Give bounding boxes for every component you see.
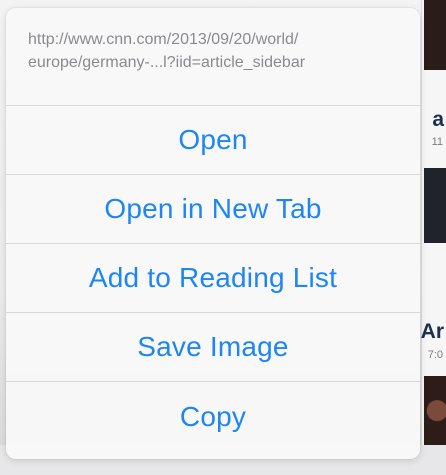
save-image-button[interactable]: Save Image (6, 313, 420, 382)
background-sublabel: 7:0 (427, 349, 443, 361)
screen: a 11 Ar 7:0 http://www.cnn.com/2013/09/2… (0, 0, 446, 475)
link-action-sheet: http://www.cnn.com/2013/09/20/world/ eur… (6, 8, 420, 459)
background-thumbnail-middle (424, 168, 446, 243)
background-headline-fragment: Ar (420, 320, 444, 343)
url-header: http://www.cnn.com/2013/09/20/world/ eur… (6, 8, 420, 106)
add-to-reading-list-button[interactable]: Add to Reading List (6, 244, 420, 313)
background-sublabel: 11 (431, 136, 443, 148)
action-list: Open Open in New Tab Add to Reading List… (6, 106, 420, 451)
open-button[interactable]: Open (6, 106, 420, 175)
copy-button[interactable]: Copy (6, 382, 420, 451)
url-line: http://www.cnn.com/2013/09/20/world/ (28, 31, 299, 48)
background-headline-fragment: a (432, 108, 444, 131)
open-in-new-tab-button[interactable]: Open in New Tab (6, 175, 420, 244)
url-line: europe/germany-...l?iid=article_sidebar (28, 54, 306, 71)
background-thumbnail-top (424, 0, 446, 70)
